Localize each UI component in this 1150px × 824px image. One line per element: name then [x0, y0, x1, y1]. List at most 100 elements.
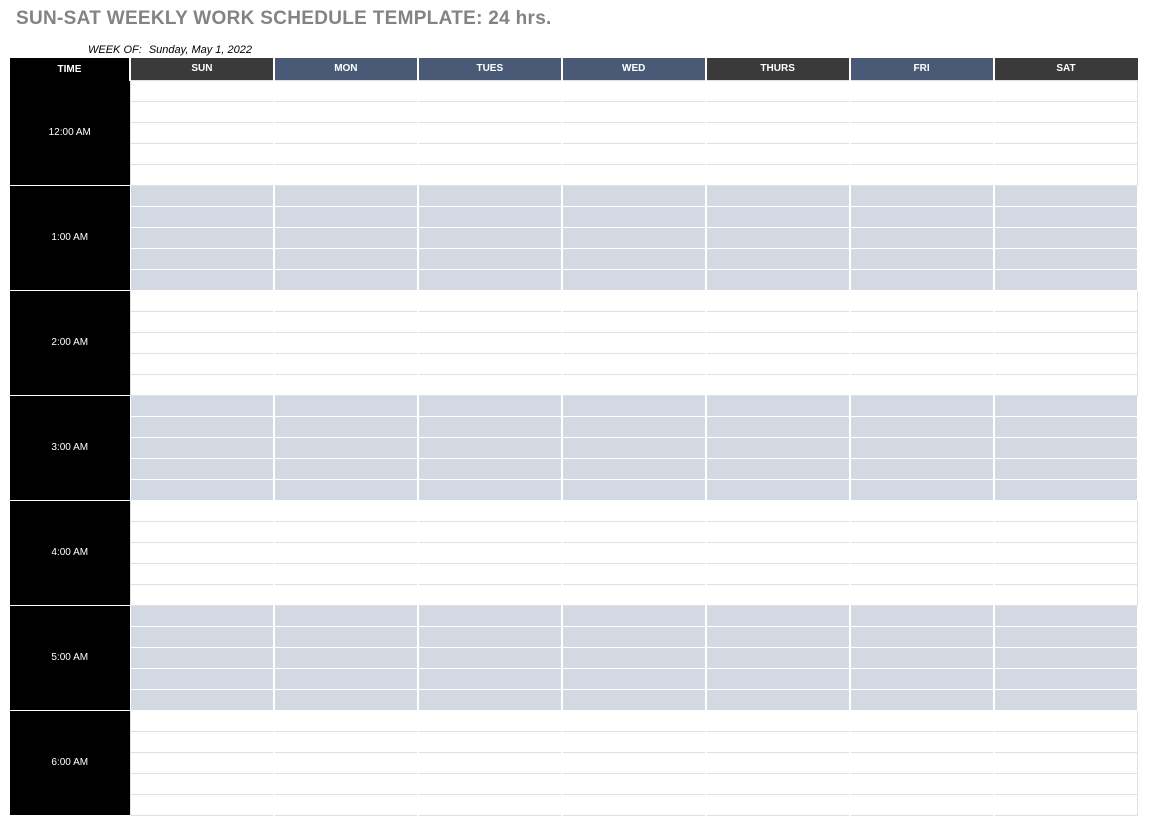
schedule-cell[interactable]	[994, 269, 1138, 290]
schedule-cell[interactable]	[130, 269, 274, 290]
schedule-cell[interactable]	[850, 626, 994, 647]
schedule-cell[interactable]	[418, 500, 562, 521]
schedule-cell[interactable]	[274, 353, 418, 374]
schedule-cell[interactable]	[418, 731, 562, 752]
schedule-cell[interactable]	[850, 437, 994, 458]
schedule-cell[interactable]	[418, 773, 562, 794]
schedule-cell[interactable]	[562, 710, 706, 731]
schedule-cell[interactable]	[994, 332, 1138, 353]
schedule-cell[interactable]	[418, 353, 562, 374]
schedule-cell[interactable]	[418, 563, 562, 584]
schedule-cell[interactable]	[418, 584, 562, 605]
schedule-cell[interactable]	[706, 332, 850, 353]
schedule-cell[interactable]	[706, 227, 850, 248]
schedule-cell[interactable]	[418, 710, 562, 731]
schedule-cell[interactable]	[850, 227, 994, 248]
schedule-cell[interactable]	[130, 101, 274, 122]
schedule-cell[interactable]	[274, 374, 418, 395]
schedule-cell[interactable]	[418, 395, 562, 416]
schedule-cell[interactable]	[706, 416, 850, 437]
schedule-cell[interactable]	[418, 689, 562, 710]
schedule-cell[interactable]	[850, 122, 994, 143]
schedule-cell[interactable]	[562, 752, 706, 773]
schedule-cell[interactable]	[418, 185, 562, 206]
schedule-cell[interactable]	[274, 143, 418, 164]
schedule-cell[interactable]	[274, 794, 418, 815]
schedule-cell[interactable]	[562, 773, 706, 794]
schedule-cell[interactable]	[274, 605, 418, 626]
schedule-cell[interactable]	[994, 731, 1138, 752]
schedule-cell[interactable]	[130, 248, 274, 269]
schedule-cell[interactable]	[850, 668, 994, 689]
schedule-cell[interactable]	[274, 479, 418, 500]
schedule-cell[interactable]	[562, 101, 706, 122]
schedule-cell[interactable]	[562, 437, 706, 458]
schedule-cell[interactable]	[274, 80, 418, 101]
schedule-cell[interactable]	[130, 500, 274, 521]
schedule-cell[interactable]	[130, 185, 274, 206]
schedule-cell[interactable]	[994, 416, 1138, 437]
schedule-cell[interactable]	[850, 248, 994, 269]
schedule-cell[interactable]	[850, 80, 994, 101]
schedule-cell[interactable]	[706, 731, 850, 752]
schedule-cell[interactable]	[274, 710, 418, 731]
schedule-cell[interactable]	[130, 563, 274, 584]
schedule-cell[interactable]	[994, 437, 1138, 458]
schedule-cell[interactable]	[562, 290, 706, 311]
schedule-cell[interactable]	[850, 332, 994, 353]
schedule-cell[interactable]	[130, 374, 274, 395]
schedule-cell[interactable]	[994, 290, 1138, 311]
schedule-cell[interactable]	[274, 416, 418, 437]
schedule-cell[interactable]	[130, 206, 274, 227]
schedule-cell[interactable]	[706, 122, 850, 143]
schedule-cell[interactable]	[562, 584, 706, 605]
schedule-cell[interactable]	[130, 542, 274, 563]
schedule-cell[interactable]	[850, 584, 994, 605]
schedule-cell[interactable]	[562, 206, 706, 227]
schedule-cell[interactable]	[130, 668, 274, 689]
schedule-cell[interactable]	[706, 584, 850, 605]
schedule-cell[interactable]	[994, 584, 1138, 605]
schedule-cell[interactable]	[706, 185, 850, 206]
schedule-cell[interactable]	[706, 353, 850, 374]
schedule-cell[interactable]	[994, 248, 1138, 269]
schedule-cell[interactable]	[130, 794, 274, 815]
schedule-cell[interactable]	[850, 500, 994, 521]
schedule-cell[interactable]	[130, 731, 274, 752]
schedule-cell[interactable]	[418, 206, 562, 227]
schedule-cell[interactable]	[706, 563, 850, 584]
schedule-cell[interactable]	[994, 794, 1138, 815]
schedule-cell[interactable]	[562, 479, 706, 500]
schedule-cell[interactable]	[274, 500, 418, 521]
schedule-cell[interactable]	[706, 668, 850, 689]
schedule-cell[interactable]	[850, 647, 994, 668]
schedule-cell[interactable]	[994, 479, 1138, 500]
schedule-cell[interactable]	[994, 542, 1138, 563]
schedule-cell[interactable]	[994, 647, 1138, 668]
schedule-cell[interactable]	[850, 206, 994, 227]
schedule-cell[interactable]	[562, 563, 706, 584]
schedule-cell[interactable]	[562, 143, 706, 164]
schedule-cell[interactable]	[274, 227, 418, 248]
schedule-cell[interactable]	[130, 437, 274, 458]
schedule-cell[interactable]	[706, 290, 850, 311]
schedule-cell[interactable]	[130, 143, 274, 164]
schedule-cell[interactable]	[130, 290, 274, 311]
schedule-cell[interactable]	[706, 80, 850, 101]
schedule-cell[interactable]	[418, 122, 562, 143]
schedule-cell[interactable]	[562, 626, 706, 647]
schedule-cell[interactable]	[562, 311, 706, 332]
schedule-cell[interactable]	[274, 101, 418, 122]
schedule-cell[interactable]	[130, 80, 274, 101]
schedule-cell[interactable]	[418, 290, 562, 311]
schedule-cell[interactable]	[994, 563, 1138, 584]
schedule-cell[interactable]	[850, 605, 994, 626]
schedule-cell[interactable]	[274, 647, 418, 668]
schedule-cell[interactable]	[850, 185, 994, 206]
schedule-cell[interactable]	[706, 164, 850, 185]
schedule-cell[interactable]	[418, 521, 562, 542]
schedule-cell[interactable]	[130, 647, 274, 668]
schedule-cell[interactable]	[274, 521, 418, 542]
schedule-cell[interactable]	[418, 80, 562, 101]
schedule-cell[interactable]	[274, 773, 418, 794]
